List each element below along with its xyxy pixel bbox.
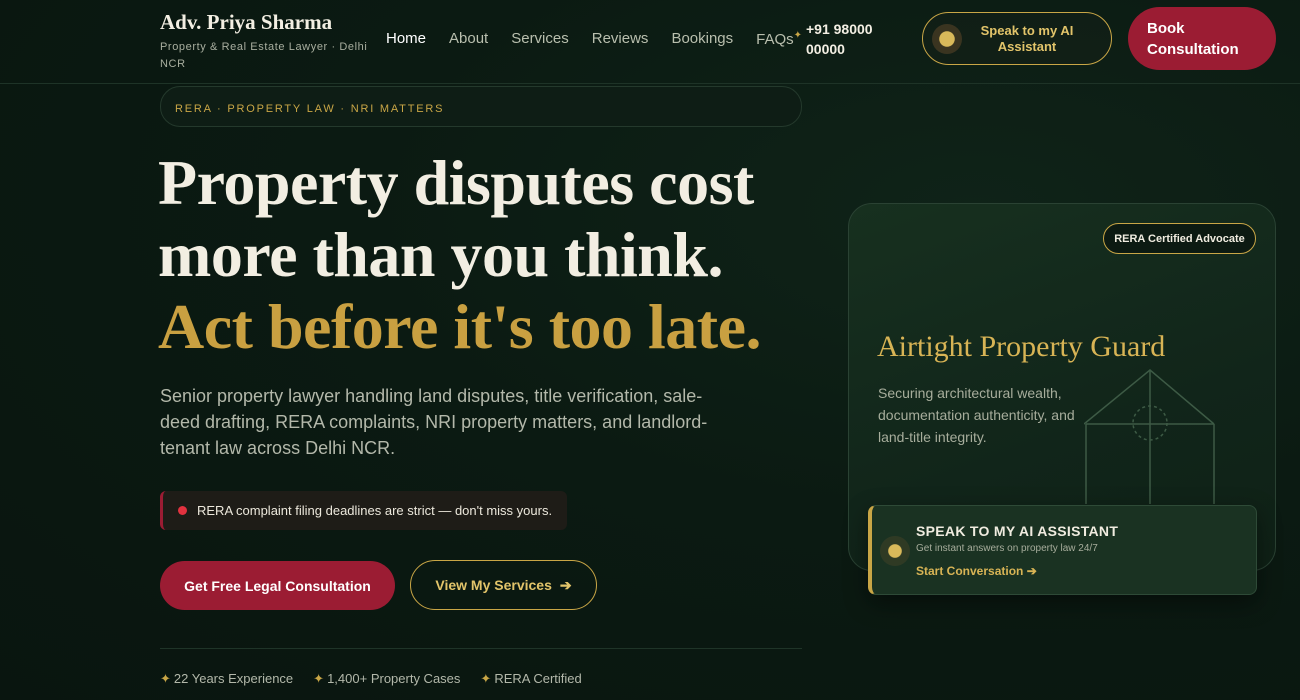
ai-assistant-button-label[interactable]: Speak to my AI Assistant xyxy=(962,23,1092,55)
ai-panel-subtitle: Get instant answers on property law 24/7 xyxy=(916,543,1098,554)
nav-faqs-label[interactable]: FAQs xyxy=(756,31,794,48)
sparkle-icon: ✦ xyxy=(480,671,492,686)
free-consultation-button[interactable]: Get Free Legal Consultation xyxy=(160,561,395,610)
start-conversation-link[interactable]: Start Conversation ➔ xyxy=(916,564,1037,578)
stat-certified-text: RERA Certified xyxy=(494,671,582,686)
ai-assistant-panel[interactable]: SPEAK TO MY AI ASSISTANT Get instant ans… xyxy=(868,505,1257,595)
sparkle-icon: ✦ xyxy=(160,671,171,686)
stat-cases: ✦ 1,400+ Property Cases xyxy=(313,671,460,687)
book-consultation-button[interactable]: Book Consultation xyxy=(1128,7,1276,70)
stat-cases-text: 1,400+ Property Cases xyxy=(327,671,461,686)
brand-name[interactable]: Adv. Priya Sharma xyxy=(160,10,385,35)
hero-description: Senior property lawyer handling land dis… xyxy=(160,386,708,458)
view-services-label[interactable]: View My Services xyxy=(435,577,551,593)
view-services-button[interactable]: View My Services ➔ xyxy=(410,560,597,610)
hero-eyebrow: RERA · PROPERTY LAW · NRI MATTERS xyxy=(160,86,802,127)
deadline-alert: RERA complaint filing deadlines are stri… xyxy=(160,491,567,530)
headline-line-3: Act before it's too late. xyxy=(158,291,762,362)
nav-reviews[interactable]: Reviews xyxy=(592,30,649,48)
headline-line-2: more than you think. xyxy=(158,219,723,290)
alert-dot-icon xyxy=(178,506,187,515)
site-header: Adv. Priya Sharma Property & Real Estate… xyxy=(0,0,1300,84)
nav-home[interactable]: Home xyxy=(386,30,426,48)
hero-stats: ✦ 22 Years Experience ✦ 1,400+ Property Ca… xyxy=(160,671,602,687)
arrow-right-icon: ➔ xyxy=(559,576,572,593)
alert-text: RERA complaint filing deadlines are stri… xyxy=(197,503,553,518)
phone-number[interactable]: +91 98000 00000 xyxy=(806,19,906,59)
headline-line-1: Property disputes cost xyxy=(158,147,754,218)
hero-headline: Property disputes cost more than you thi… xyxy=(158,147,762,363)
card-description: Securing architectural wealth, documenta… xyxy=(878,385,1075,445)
nav-bookings[interactable]: Bookings xyxy=(671,30,733,48)
main-nav: Home About Services Reviews Bookings FAQ… xyxy=(386,30,825,48)
nav-services[interactable]: Services xyxy=(511,30,569,48)
sparkle-icon: ✦ xyxy=(313,671,325,686)
ai-assistant-button[interactable]: Speak to my AI Assistant xyxy=(922,12,1112,65)
brand[interactable]: Adv. Priya Sharma Property & Real Estate… xyxy=(160,10,385,73)
stat-experience: ✦ 22 Years Experience xyxy=(160,671,293,687)
sparkle-icon: ✦ xyxy=(793,30,803,41)
rera-certified-badge: RERA Certified Advocate xyxy=(1103,223,1256,254)
ai-panel-title: SPEAK TO MY AI ASSISTANT xyxy=(916,523,1119,539)
brand-tagline: Property & Real Estate Lawyer · Delhi NC… xyxy=(160,41,368,70)
orb-icon xyxy=(932,23,962,54)
hero-divider xyxy=(160,648,802,649)
nav-about[interactable]: About xyxy=(449,30,488,48)
hero-eyebrow-text: RERA · PROPERTY LAW · NRI MATTERS xyxy=(175,103,445,115)
stat-experience-text: 22 Years Experience xyxy=(173,671,294,686)
house-icon xyxy=(1084,369,1215,504)
stat-certified: ✦ RERA Certified xyxy=(480,671,581,687)
nav-faqs[interactable]: FAQs✦ xyxy=(756,30,802,48)
card-title: Airtight Property Guard xyxy=(877,330,1166,363)
orb-icon xyxy=(880,536,910,566)
